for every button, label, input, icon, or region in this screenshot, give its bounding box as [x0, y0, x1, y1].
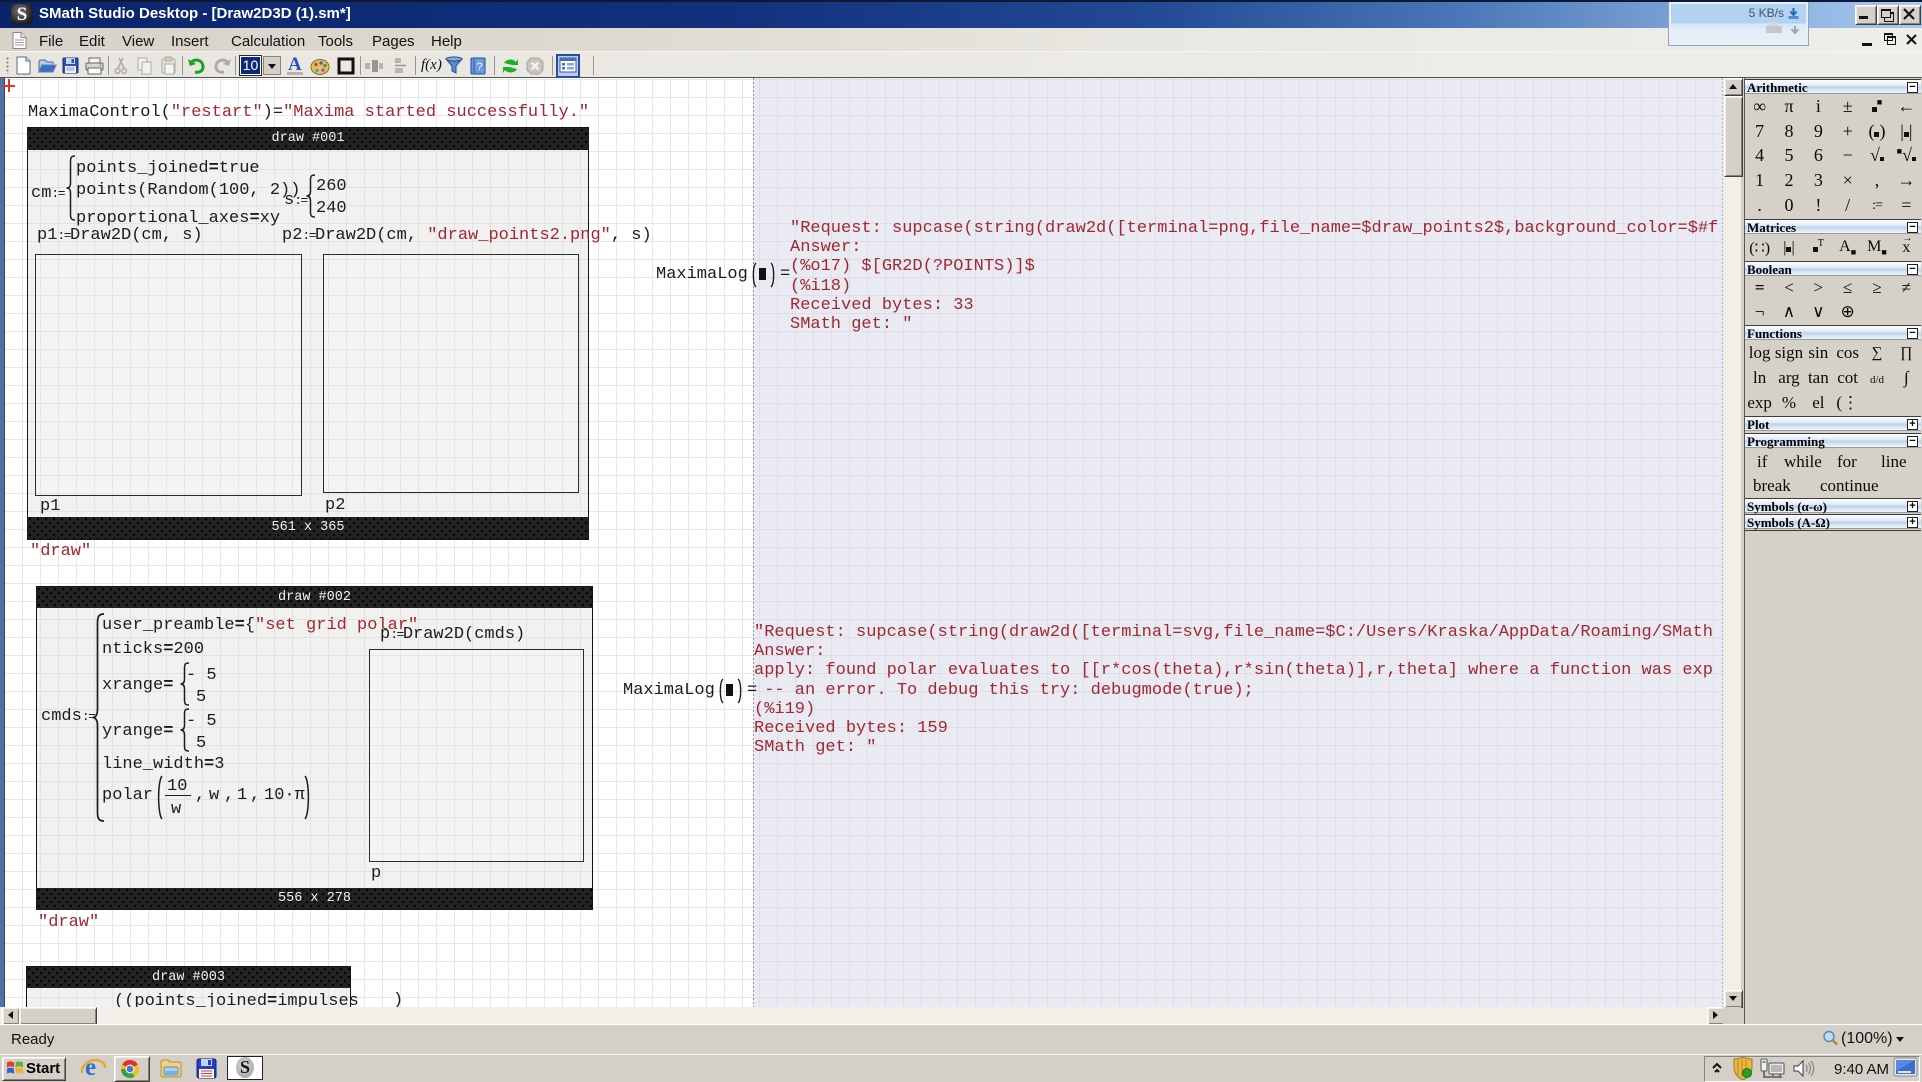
svg-text:?: ? [476, 61, 482, 73]
